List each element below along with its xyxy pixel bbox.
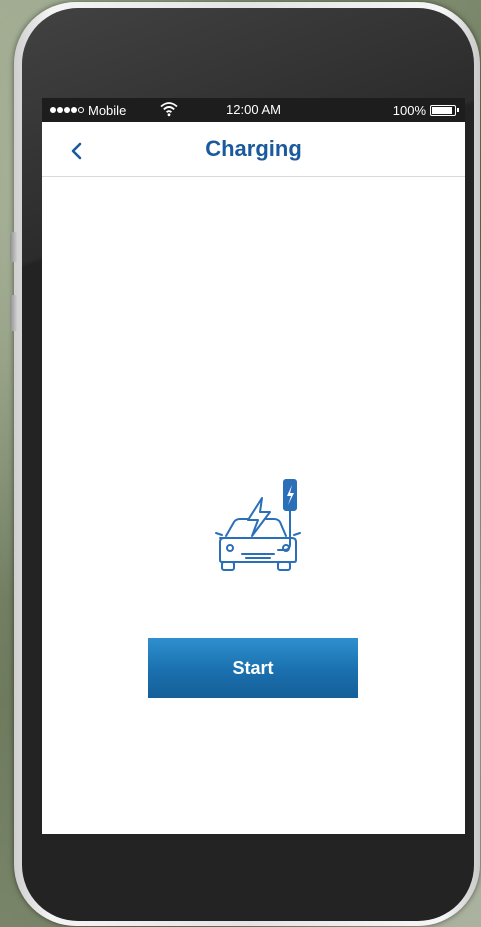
battery-tip [457,108,459,112]
page-title: Charging [205,136,302,161]
volume-button [10,295,18,331]
ev-charging-car-icon [215,479,301,571]
status-bar: Mobile 12:00 AM 100% [42,98,465,122]
start-button[interactable]: Start [148,638,358,698]
battery-fill [432,106,452,114]
app-screen: Mobile 12:00 AM 100% Charging Start [42,98,465,834]
battery-indicator: 100% [393,98,459,122]
phone-chin [42,834,465,921]
mute-switch [10,232,18,262]
navigation-bar: Charging [42,122,465,177]
battery-icon [430,104,456,116]
battery-percent: 100% [392,102,426,118]
